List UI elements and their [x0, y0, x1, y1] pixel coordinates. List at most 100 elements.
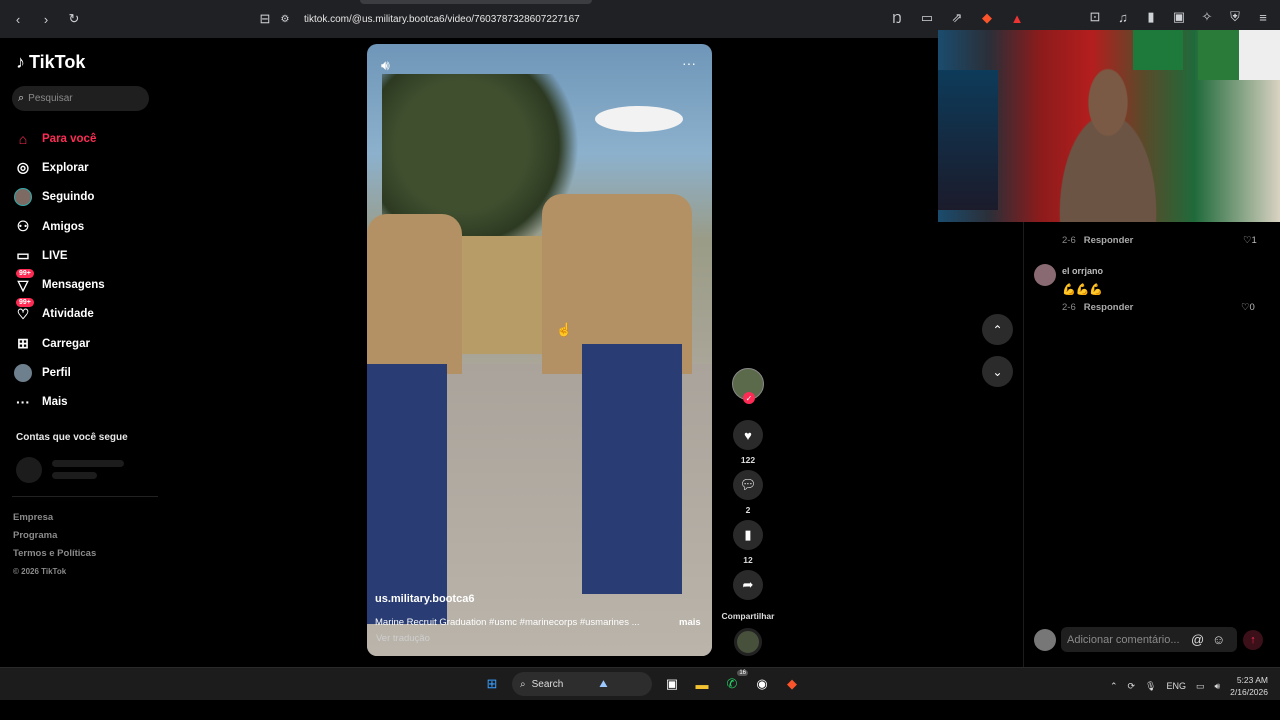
- video-frame-cap: [595, 106, 683, 132]
- logo-text: TikTok: [29, 52, 86, 72]
- comment-date: 2-6: [1062, 302, 1076, 313]
- leo-ai-icon[interactable]: ✧: [1198, 8, 1216, 26]
- sidebar-divider: [12, 496, 158, 497]
- microphone-icon[interactable]: 🎙︎: [1145, 681, 1156, 692]
- share-button[interactable]: ➦: [733, 570, 763, 600]
- sidebar-item-mensagens[interactable]: ▽ 99+ Mensagens: [14, 268, 164, 299]
- profile-avatar-icon: [14, 364, 32, 383]
- sidebar-item-label: Explorar: [42, 161, 89, 174]
- sidebar-toggle-icon[interactable]: ▮: [1142, 8, 1160, 26]
- share-page-icon[interactable]: ⇗: [948, 9, 966, 27]
- chevron-up-icon[interactable]: ⌃: [1110, 681, 1118, 692]
- obs-icon[interactable]: ◉: [752, 674, 772, 694]
- emoji-icon[interactable]: ☺: [1212, 632, 1225, 647]
- music-disc-icon[interactable]: [734, 628, 762, 656]
- vpn-icon[interactable]: ⛨: [1226, 8, 1244, 26]
- sidebar-item-seguindo[interactable]: Seguindo: [14, 183, 164, 212]
- sidebar-item-para-voce[interactable]: ⌂ Para você: [14, 124, 164, 153]
- back-icon[interactable]: ‹: [9, 10, 27, 28]
- bookmark-icon[interactable]: ⊟: [256, 10, 274, 28]
- sidebar-item-label: Seguindo: [42, 191, 95, 204]
- screen-bottom-bar: [0, 700, 1280, 720]
- post-comment-button[interactable]: ↑: [1243, 630, 1263, 650]
- mouse-cursor-icon: ☝: [556, 322, 573, 337]
- video-description: Marine Recruit Graduation #usmc #marinec…: [375, 617, 640, 628]
- sidebar-item-live[interactable]: ▭ LIVE: [14, 241, 164, 270]
- comment-like-count: 1: [1251, 235, 1257, 246]
- sync-icon[interactable]: ⟳: [1127, 681, 1135, 692]
- video-player[interactable]: 🔊︎ ··· us.military.bootca6 Marine Recrui…: [367, 44, 712, 656]
- forward-icon[interactable]: ›: [37, 10, 55, 28]
- current-user-avatar: [1034, 629, 1056, 651]
- more-options-icon[interactable]: ···: [682, 55, 696, 71]
- commenter-avatar[interactable]: [1034, 264, 1056, 286]
- taskbar-clock[interactable]: 5:23 AM 2/16/2026: [1230, 674, 1268, 698]
- tiktok-logo[interactable]: ♪ TikTok: [16, 52, 85, 73]
- wallet-icon[interactable]: ▣: [1170, 8, 1188, 26]
- windows-start-icon[interactable]: ⊞: [482, 674, 502, 694]
- footer-link-termos[interactable]: Termos e Políticas: [13, 545, 96, 563]
- translate-link[interactable]: Ver tradução: [376, 633, 430, 644]
- language-indicator[interactable]: ENG: [1166, 681, 1186, 691]
- task-view-icon[interactable]: ▣: [662, 674, 682, 694]
- footer-link-programa[interactable]: Programa: [13, 527, 96, 545]
- mention-icon[interactable]: @: [1191, 632, 1204, 647]
- volume-icon[interactable]: 🔊︎: [1215, 681, 1221, 692]
- address-bar[interactable]: ⚙ tiktok.com/@us.military.bootca6/video/…: [276, 7, 888, 31]
- comment-input[interactable]: Adicionar comentário... @ ☺: [1061, 627, 1237, 652]
- sidebar-item-perfil[interactable]: Perfil: [14, 358, 164, 387]
- comment-like[interactable]: ♡1: [1243, 235, 1257, 246]
- reply-button[interactable]: Responder: [1084, 302, 1134, 313]
- brave-browser-icon[interactable]: ◆: [782, 674, 802, 694]
- video-author[interactable]: us.military.bootca6: [375, 593, 474, 605]
- chevron-up-icon: ⌃: [992, 322, 1003, 337]
- share-arrow-icon: ➦: [742, 577, 754, 592]
- cast-icon[interactable]: ▭: [918, 9, 936, 27]
- file-explorer-icon[interactable]: ▬: [692, 674, 712, 694]
- loading-text-skeleton: [52, 460, 124, 467]
- reply-button[interactable]: Responder: [1084, 235, 1134, 246]
- reload-icon[interactable]: ↻: [65, 10, 83, 28]
- messages-icon: ▽ 99+: [14, 268, 34, 294]
- sidebar-footer: Empresa Programa Termos e Políticas © 20…: [13, 509, 96, 581]
- commenter-name[interactable]: el orrjano: [1062, 266, 1103, 276]
- screenshot-icon[interactable]: ⊡: [1086, 8, 1104, 26]
- follow-check-icon[interactable]: ✓: [743, 392, 755, 404]
- sidebar-item-label: Carregar: [42, 337, 90, 350]
- author-avatar[interactable]: ✓: [732, 368, 764, 404]
- video-actions: ✓ ♥ 122 💬︎ 2 ▮ 12 ➦: [730, 368, 766, 600]
- comment-like[interactable]: ♡0: [1241, 302, 1255, 313]
- taskbar-search[interactable]: ⌕ Search ⛰: [512, 672, 652, 696]
- comment-count: 2: [745, 505, 751, 515]
- network-icon[interactable]: ▭: [1196, 681, 1205, 692]
- next-video-button[interactable]: ⌄: [982, 356, 1013, 387]
- save-button[interactable]: ▮: [733, 520, 763, 550]
- brave-shield-icon[interactable]: ◆: [978, 9, 996, 27]
- sidebar-item-amigos[interactable]: ⚇ Amigos: [14, 212, 164, 241]
- like-button[interactable]: ♥: [733, 420, 763, 450]
- sidebar-item-carregar[interactable]: ⊞ Carregar: [14, 329, 164, 358]
- site-info-icon[interactable]: ⚙: [276, 10, 294, 28]
- comment-button[interactable]: 💬︎: [733, 470, 763, 500]
- volume-icon[interactable]: 🔊︎: [381, 57, 390, 74]
- brave-rewards-icon[interactable]: ▲: [1008, 9, 1026, 27]
- menu-icon[interactable]: ≡: [1254, 8, 1272, 26]
- sidebar-item-mais[interactable]: ··· Mais: [14, 388, 164, 417]
- whatsapp-icon[interactable]: ✆ 16: [722, 670, 748, 694]
- sidebar-item-label: Mais: [42, 396, 68, 409]
- activity-badge: 99+: [16, 297, 34, 307]
- sidebar-item-explorar[interactable]: ◎ Explorar: [14, 153, 164, 182]
- reader-off-icon[interactable]: Ŋ: [888, 9, 906, 27]
- sidebar-item-atividade[interactable]: ♡ 99+ Atividade: [14, 297, 164, 329]
- previous-video-button[interactable]: ⌃: [982, 314, 1013, 345]
- save-count: 12: [743, 555, 753, 565]
- comment-date: 2-6: [1062, 235, 1076, 246]
- description-more-button[interactable]: mais: [679, 617, 701, 628]
- search-input[interactable]: ⌕ Pesquisar: [12, 86, 149, 111]
- copyright: © 2026 TikTok: [13, 567, 67, 576]
- footer-link-empresa[interactable]: Empresa: [13, 509, 96, 527]
- music-icon[interactable]: ♫: [1114, 8, 1132, 26]
- comment-like-count: 0: [1249, 302, 1255, 313]
- taskbar-search-label: Search: [531, 678, 564, 690]
- comments-panel: 2-6 Responder ♡1 el orrjano 💪💪💪 2-6 Resp…: [1023, 222, 1280, 667]
